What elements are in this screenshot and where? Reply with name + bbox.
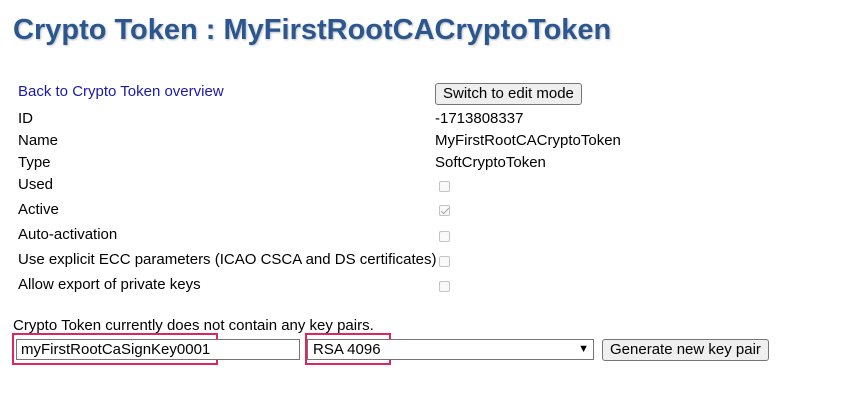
flag-label-allow-export: Allow export of private keys bbox=[18, 276, 201, 293]
key-algorithm-select[interactable]: RSA 4096 ▼ bbox=[307, 339, 594, 360]
flag-checkbox-allow-export bbox=[439, 281, 450, 292]
property-label-name: Name bbox=[18, 132, 59, 149]
flag-label-active: Active bbox=[18, 201, 59, 218]
flag-checkbox-used bbox=[439, 181, 450, 192]
key-alias-input[interactable] bbox=[16, 339, 300, 360]
flag-label-auto-activation: Auto-activation bbox=[18, 226, 118, 243]
property-value-id: -1713808337 bbox=[435, 110, 524, 127]
key-algorithm-selected: RSA 4096 bbox=[313, 341, 381, 358]
generate-key-pair-button[interactable]: Generate new key pair bbox=[602, 339, 769, 361]
switch-to-edit-mode-button[interactable]: Switch to edit mode bbox=[435, 83, 582, 105]
key-pairs-status: Crypto Token currently does not contain … bbox=[13, 317, 374, 334]
page-title: Crypto Token : MyFirstRootCACryptoToken bbox=[13, 14, 612, 46]
property-label-id: ID bbox=[18, 110, 33, 127]
flag-label-used: Used bbox=[18, 176, 54, 193]
back-to-overview-link[interactable]: Back to Crypto Token overview bbox=[18, 83, 224, 100]
property-label-type: Type bbox=[18, 154, 51, 171]
flag-checkbox-explicit-ecc bbox=[439, 256, 450, 267]
chevron-down-icon: ▼ bbox=[578, 343, 589, 355]
flag-checkbox-active bbox=[439, 205, 450, 216]
property-value-name: MyFirstRootCACryptoToken bbox=[435, 132, 621, 149]
flag-checkbox-auto-activation bbox=[439, 231, 450, 242]
flag-label-explicit-ecc: Use explicit ECC parameters (ICAO CSCA a… bbox=[18, 251, 437, 268]
property-value-type: SoftCryptoToken bbox=[435, 154, 546, 171]
crypto-token-page: Crypto Token : MyFirstRootCACryptoToken … bbox=[0, 0, 850, 411]
